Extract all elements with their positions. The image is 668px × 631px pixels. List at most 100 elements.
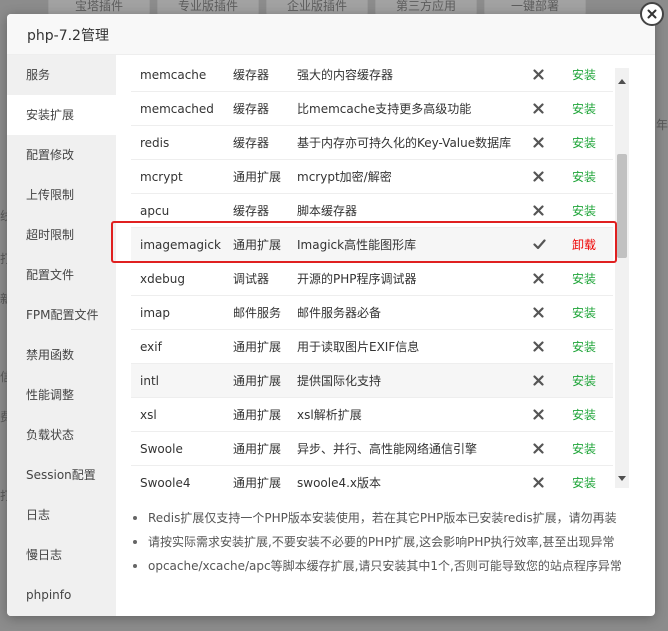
install-button[interactable]: 安装 bbox=[572, 466, 596, 492]
sidebar-item-service[interactable]: 服务 bbox=[7, 55, 116, 95]
install-button[interactable]: 安装 bbox=[572, 92, 596, 126]
sidebar-item-slow-log[interactable]: 慢日志 bbox=[7, 535, 116, 575]
extension-type: 缓存器 bbox=[233, 204, 270, 218]
x-icon bbox=[533, 341, 544, 352]
background-side-text: 年 bbox=[655, 118, 668, 132]
extensions-table: memcache 缓存器 强大的内容缓存器 安装 memcached 缓存器 比… bbox=[131, 64, 613, 492]
extension-name: xdebug bbox=[140, 272, 185, 286]
install-button[interactable]: 安装 bbox=[572, 160, 596, 194]
sidebar-item-log[interactable]: 日志 bbox=[7, 495, 116, 535]
table-row: apcu 缓存器 脚本缓存器 安装 bbox=[131, 194, 613, 228]
extension-description: 脚本缓存器 bbox=[297, 204, 358, 218]
x-icon bbox=[533, 103, 544, 114]
extension-description: xsl解析扩展 bbox=[297, 408, 362, 422]
table-row: exif 通用扩展 用于读取图片EXIF信息 安装 bbox=[131, 330, 613, 364]
sidebar-item-performance[interactable]: 性能调整 bbox=[7, 375, 116, 415]
extension-description: 邮件服务器必备 bbox=[297, 306, 382, 320]
extension-name: exif bbox=[140, 340, 162, 354]
php-manager-dialog: php-7.2管理 服务 安装扩展 配置修改 上传限制 超时限制 配置文件 FP… bbox=[7, 14, 655, 616]
extension-name: memcached bbox=[140, 102, 214, 116]
table-row: xdebug 调试器 开源的PHP程序调试器 安装 bbox=[131, 262, 613, 296]
extension-description: swoole4.x版本 bbox=[297, 476, 382, 490]
install-button[interactable]: 安装 bbox=[572, 64, 596, 92]
extension-name: imagemagick bbox=[140, 238, 221, 252]
x-icon bbox=[533, 443, 544, 454]
install-button[interactable]: 安装 bbox=[572, 398, 596, 432]
table-row: intl 通用扩展 提供国际化支持 安装 bbox=[131, 364, 613, 398]
notes-list: Redis扩展仅支持一个PHP版本安装使用，若在其它PHP版本已安装redis扩… bbox=[131, 506, 631, 578]
uninstall-button[interactable]: 卸载 bbox=[572, 228, 596, 262]
sidebar-item-timeout-limit[interactable]: 超时限制 bbox=[7, 215, 116, 255]
table-row: imagemagick 通用扩展 Imagick高性能图形库 卸载 bbox=[131, 228, 613, 262]
sidebar-item-install-extensions[interactable]: 安装扩展 bbox=[7, 95, 116, 135]
table-row: imap 邮件服务 邮件服务器必备 安装 bbox=[131, 296, 613, 330]
install-button[interactable]: 安装 bbox=[572, 432, 596, 466]
extension-description: 异步、并行、高性能网络通信引擎 bbox=[297, 442, 478, 456]
extension-type: 缓存器 bbox=[233, 102, 270, 116]
install-button[interactable]: 安装 bbox=[572, 330, 596, 364]
extension-name: mcrypt bbox=[140, 170, 183, 184]
extension-name: memcache bbox=[140, 68, 207, 82]
extension-name: redis bbox=[140, 136, 170, 150]
dialog-header: php-7.2管理 bbox=[7, 14, 655, 55]
note-item: 请按实际需求安装扩展,不要安装不必要的PHP扩展,这会影响PHP执行效率,甚至出… bbox=[131, 530, 631, 554]
extension-description: 用于读取图片EXIF信息 bbox=[297, 340, 420, 354]
table-row: Swoole4 通用扩展 swoole4.x版本 安装 bbox=[131, 466, 613, 492]
sidebar-item-session-config[interactable]: Session配置 bbox=[7, 455, 116, 495]
note-item: Redis扩展仅支持一个PHP版本安装使用，若在其它PHP版本已安装redis扩… bbox=[131, 506, 631, 530]
extension-name: xsl bbox=[140, 408, 157, 422]
install-button[interactable]: 安装 bbox=[572, 194, 596, 228]
sidebar-item-config-file[interactable]: 配置文件 bbox=[7, 255, 116, 295]
x-icon bbox=[533, 273, 544, 284]
extension-type: 缓存器 bbox=[233, 68, 270, 82]
table-scrollbar[interactable] bbox=[615, 68, 629, 488]
table-row: xsl 通用扩展 xsl解析扩展 安装 bbox=[131, 398, 613, 432]
scroll-up-arrow-icon[interactable] bbox=[615, 74, 629, 88]
extension-name: Swoole4 bbox=[140, 476, 191, 490]
install-button[interactable]: 安装 bbox=[572, 364, 596, 398]
install-button[interactable]: 安装 bbox=[572, 262, 596, 296]
extension-type: 通用扩展 bbox=[233, 408, 282, 422]
check-icon bbox=[533, 239, 546, 250]
sidebar-menu: 服务 安装扩展 配置修改 上传限制 超时限制 配置文件 FPM配置文件 禁用函数… bbox=[7, 55, 116, 616]
extension-type: 缓存器 bbox=[233, 136, 270, 150]
dialog-title: php-7.2管理 bbox=[27, 28, 109, 44]
extension-name: imap bbox=[140, 306, 170, 320]
x-icon bbox=[533, 375, 544, 386]
extension-description: 开源的PHP程序调试器 bbox=[297, 272, 417, 286]
sidebar-item-load-status[interactable]: 负载状态 bbox=[7, 415, 116, 455]
extension-type: 通用扩展 bbox=[233, 170, 282, 184]
x-icon bbox=[533, 307, 544, 318]
extension-type: 通用扩展 bbox=[233, 238, 282, 252]
extension-type: 通用扩展 bbox=[233, 374, 282, 388]
table-row: memcache 缓存器 强大的内容缓存器 安装 bbox=[131, 64, 613, 92]
install-button[interactable]: 安装 bbox=[572, 126, 596, 160]
x-icon bbox=[533, 409, 544, 420]
extension-type: 通用扩展 bbox=[233, 442, 282, 456]
extension-type: 邮件服务 bbox=[233, 306, 282, 320]
install-button[interactable]: 安装 bbox=[572, 296, 596, 330]
extension-description: 比memcache支持更多高级功能 bbox=[297, 102, 472, 116]
sidebar-item-phpinfo[interactable]: phpinfo bbox=[7, 575, 116, 615]
sidebar-item-disabled-functions[interactable]: 禁用函数 bbox=[7, 335, 116, 375]
table-row: Swoole 通用扩展 异步、并行、高性能网络通信引擎 安装 bbox=[131, 432, 613, 466]
close-button[interactable] bbox=[640, 2, 664, 26]
x-icon bbox=[533, 171, 544, 182]
sidebar-item-upload-limit[interactable]: 上传限制 bbox=[7, 175, 116, 215]
sidebar-item-fpm-config[interactable]: FPM配置文件 bbox=[7, 295, 116, 335]
table-row: redis 缓存器 基于内存亦可持久化的Key-Value数据库 安装 bbox=[131, 126, 613, 160]
scrollbar-thumb[interactable] bbox=[617, 154, 627, 258]
x-icon bbox=[533, 137, 544, 148]
extension-description: 基于内存亦可持久化的Key-Value数据库 bbox=[297, 136, 512, 150]
extension-type: 通用扩展 bbox=[233, 476, 282, 490]
table-row: memcached 缓存器 比memcache支持更多高级功能 安装 bbox=[131, 92, 613, 126]
extension-description: Imagick高性能图形库 bbox=[297, 238, 417, 252]
close-icon bbox=[647, 9, 657, 19]
extension-type: 调试器 bbox=[233, 272, 270, 286]
x-icon bbox=[533, 205, 544, 216]
extension-name: intl bbox=[140, 374, 159, 388]
sidebar-item-config-edit[interactable]: 配置修改 bbox=[7, 135, 116, 175]
extension-description: 强大的内容缓存器 bbox=[297, 68, 394, 82]
extension-description: mcrypt加密/解密 bbox=[297, 170, 392, 184]
scroll-down-arrow-icon[interactable] bbox=[615, 472, 629, 486]
